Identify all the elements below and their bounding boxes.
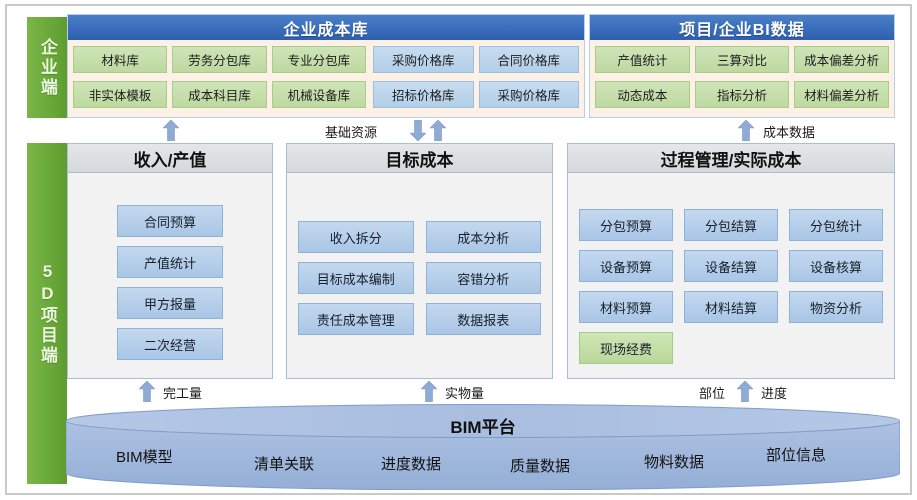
panel-income-tile-grid: 合同预算 产值统计 甲方报量 二次经营 [117, 205, 223, 360]
tile-target-cost-preparation[interactable]: 目标成本编制 [298, 262, 414, 294]
chip-purchase-price-library[interactable]: 采购价格库 [373, 46, 474, 73]
flow-label-position: 部位 [699, 386, 726, 401]
flow-label-cost-data: 成本数据 [763, 125, 816, 140]
bim-platform-cylinder: BIM平台 BIM模型 清单关联 进度数据 质量数据 物料数据 部位信息 [66, 404, 900, 490]
chip-three-budget-comparison[interactable]: 三算对比 [694, 46, 790, 73]
arrow-down-base-resource [410, 120, 426, 141]
chip-output-value-statistics[interactable]: 产值统计 [595, 46, 690, 73]
panel-income-body: 合同预算 产值统计 甲方报量 二次经营 [68, 173, 272, 378]
tile-equipment-settlement[interactable]: 设备结算 [684, 250, 778, 282]
tile-site-expenses[interactable]: 现场经费 [579, 332, 673, 364]
tile-material-settlement[interactable]: 材料结算 [684, 291, 778, 323]
arrow-up-completed-quantity [139, 381, 155, 402]
tile-contract-budget[interactable]: 合同预算 [117, 205, 223, 237]
enterprise-bi-data-block: 项目/企业BI数据 产值统计 三算对比 成本偏差分析 动态成本 指标分析 材料偏… [589, 14, 895, 118]
arrow-up-progress [737, 381, 753, 402]
chip-bidding-price-library[interactable]: 招标价格库 [373, 81, 474, 108]
enterprise-bi-data-body: 产值统计 三算对比 成本偏差分析 动态成本 指标分析 材料偏差分析 [590, 40, 894, 117]
panel-target-cost: 目标成本 收入拆分 成本分析 目标成本编制 容错分析 责任成本管理 数据报表 [286, 143, 553, 379]
enterprise-bi-data-title: 项目/企业BI数据 [590, 15, 894, 40]
chip-labor-subcontract-library[interactable]: 劳务分包库 [172, 46, 267, 73]
tile-data-report[interactable]: 数据报表 [425, 303, 541, 335]
tile-equipment-accounting[interactable]: 设备核算 [789, 250, 883, 282]
arrow-up-income-to-enterprise [163, 120, 179, 141]
chip-cost-account-library[interactable]: 成本科目库 [172, 81, 267, 108]
flow-label-completed-quantity: 完工量 [163, 386, 203, 401]
diagram-canvas: 企业端 5D项目端 企业成本库 材料库 劳务分包库 专业分包库 非实体模板 成本… [0, 0, 917, 500]
arrow-up-physical-quantity [421, 381, 437, 402]
chip-material-deviation-analysis[interactable]: 材料偏差分析 [794, 81, 889, 108]
tile-secondary-operation[interactable]: 二次经营 [117, 328, 223, 360]
panel-income: 收入/产值 合同预算 产值统计 甲方报量 二次经营 [67, 143, 273, 379]
bim-item-quality-data: 质量数据 [510, 458, 571, 475]
panel-target-cost-title: 目标成本 [287, 144, 552, 173]
bim-item-bill-association: 清单关联 [254, 456, 315, 473]
tile-material-analysis[interactable]: 物资分析 [789, 291, 883, 323]
panel-process-management: 过程管理/实际成本 分包预算 分包结算 分包统计 设备预算 设备结算 设备核算 … [567, 143, 895, 379]
rail-enterprise: 企业端 [27, 17, 67, 118]
panel-target-tile-grid: 收入拆分 成本分析 目标成本编制 容错分析 责任成本管理 数据报表 [298, 221, 541, 335]
panel-process-management-title: 过程管理/实际成本 [568, 144, 894, 173]
tile-subcontract-statistics[interactable]: 分包统计 [789, 209, 883, 241]
chip-indicator-analysis[interactable]: 指标分析 [694, 81, 790, 108]
tile-responsibility-cost-management[interactable]: 责任成本管理 [298, 303, 414, 335]
tile-subcontract-budget[interactable]: 分包预算 [579, 209, 673, 241]
enterprise-cost-library-block: 企业成本库 材料库 劳务分包库 专业分包库 非实体模板 成本科目库 机械设备库 … [67, 14, 585, 118]
tile-material-budget[interactable]: 材料预算 [579, 291, 673, 323]
panel-target-cost-body: 收入拆分 成本分析 目标成本编制 容错分析 责任成本管理 数据报表 [287, 173, 552, 378]
chip-material-library[interactable]: 材料库 [73, 46, 168, 73]
tile-owner-quantity-report[interactable]: 甲方报量 [117, 287, 223, 319]
flow-label-physical-quantity: 实物量 [445, 386, 485, 401]
rail-project: 5D项目端 [27, 143, 67, 484]
bim-item-model: BIM模型 [116, 449, 173, 466]
tile-cost-analysis[interactable]: 成本分析 [425, 221, 541, 253]
tile-fault-tolerance-analysis[interactable]: 容错分析 [425, 262, 541, 294]
rail-project-label: 5D项目端 [37, 261, 57, 366]
bim-item-progress-data: 进度数据 [381, 456, 442, 473]
bim-item-position-info: 部位信息 [766, 447, 827, 464]
flow-label-base-resource: 基础资源 [325, 125, 378, 140]
chip-cost-deviation-analysis[interactable]: 成本偏差分析 [794, 46, 889, 73]
chip-professional-subcontract-library[interactable]: 专业分包库 [271, 46, 366, 73]
tile-subcontract-settlement[interactable]: 分包结算 [684, 209, 778, 241]
chip-non-entity-template[interactable]: 非实体模板 [73, 81, 168, 108]
arrow-up-base-resource [430, 120, 446, 141]
bim-item-material-data: 物料数据 [644, 454, 705, 471]
chip-dynamic-cost[interactable]: 动态成本 [595, 81, 690, 108]
chip-contract-price-library[interactable]: 合同价格库 [478, 46, 579, 73]
flow-label-progress: 进度 [761, 386, 788, 401]
chip-purchase-price-library-2[interactable]: 采购价格库 [478, 81, 579, 108]
cost-library-blue-chip-grid: 采购价格库 合同价格库 招标价格库 采购价格库 [373, 46, 579, 111]
cost-library-green-chip-grid: 材料库 劳务分包库 专业分包库 非实体模板 成本科目库 机械设备库 [73, 46, 366, 111]
enterprise-cost-library-title: 企业成本库 [68, 15, 584, 40]
tile-output-value-statistics[interactable]: 产值统计 [117, 246, 223, 278]
chip-machinery-equipment-library[interactable]: 机械设备库 [271, 81, 366, 108]
rail-enterprise-label: 企业端 [37, 37, 57, 98]
tile-equipment-budget[interactable]: 设备预算 [579, 250, 673, 282]
panel-process-tile-grid: 分包预算 分包结算 分包统计 设备预算 设备结算 设备核算 材料预算 材料结算 … [579, 209, 883, 364]
panel-income-title: 收入/产值 [68, 144, 272, 173]
bi-chip-grid: 产值统计 三算对比 成本偏差分析 动态成本 指标分析 材料偏差分析 [595, 46, 889, 111]
arrow-up-cost-data [738, 120, 754, 141]
enterprise-cost-library-body: 材料库 劳务分包库 专业分包库 非实体模板 成本科目库 机械设备库 采购价格库 … [68, 40, 584, 117]
tile-income-split[interactable]: 收入拆分 [298, 221, 414, 253]
panel-process-management-body: 分包预算 分包结算 分包统计 设备预算 设备结算 设备核算 材料预算 材料结算 … [568, 173, 894, 378]
bim-platform-title: BIM平台 [450, 418, 516, 437]
